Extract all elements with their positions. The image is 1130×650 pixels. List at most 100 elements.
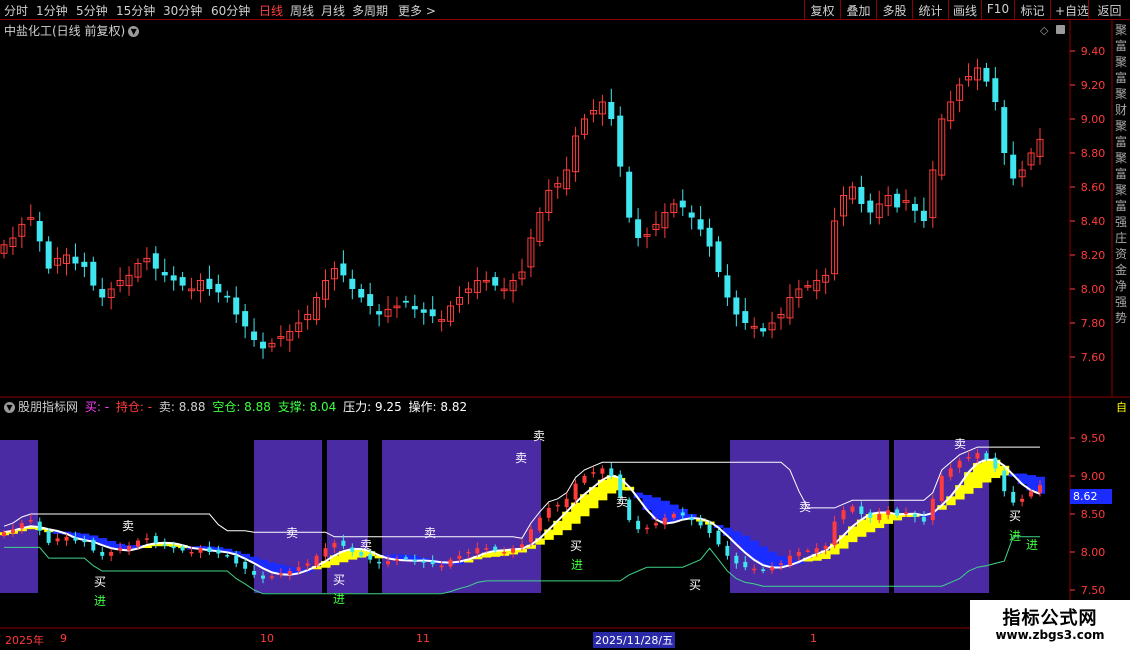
indicator-title[interactable]: ▼ 股朋指标网 买: - 持仓: - 卖: 8.88 空仓: 8.88 支撑: 8… <box>4 398 467 415</box>
indicator-support: 支撑: 8.04 <box>277 400 337 414</box>
ind-candle-body <box>1020 498 1025 502</box>
ind-candle-body <box>207 547 212 552</box>
ind-candle-body <box>475 548 480 554</box>
price-tick-label: 7.80 <box>1081 317 1106 330</box>
chevron-down-icon[interactable]: ▼ <box>4 402 15 413</box>
candle-body <box>715 241 722 272</box>
ind-candle-body <box>278 573 283 575</box>
ind-candle-body <box>555 504 560 507</box>
current-value-text: 8.62 <box>1073 490 1098 503</box>
ind-candle-body <box>234 555 239 564</box>
ind-candle-body <box>528 529 533 543</box>
ind-candle-body <box>368 554 373 560</box>
ind-candle-body <box>859 506 864 514</box>
ind-candle-body <box>144 538 149 540</box>
signal-label: 卖 <box>533 429 545 443</box>
ind-candle-body <box>135 540 140 547</box>
candle-body <box>72 256 79 264</box>
candle-body <box>90 261 97 286</box>
signal-label: 卖 <box>360 538 372 552</box>
indicator-empty: 空仓: 8.88 <box>212 400 271 414</box>
ind-candle-body <box>198 548 203 553</box>
trend-band <box>955 485 965 500</box>
diamond-icon[interactable]: ◇ <box>1040 24 1049 37</box>
ind-candle-body <box>64 536 69 541</box>
ind-candle-body <box>957 460 962 468</box>
indicator-tick-label: 8.50 <box>1081 508 1106 521</box>
ind-candle-body <box>618 474 623 498</box>
candle-body <box>45 241 52 269</box>
ind-candle-body <box>770 567 775 571</box>
date-oct: 10 <box>260 632 274 645</box>
candle-body <box>215 283 222 293</box>
date-year: 2025年 <box>5 634 44 647</box>
ind-candle-body <box>287 571 292 575</box>
ind-candle-body <box>19 523 24 529</box>
ind-candle-body <box>180 546 185 551</box>
ind-candle-body <box>421 561 426 563</box>
ind-candle-body <box>153 536 158 543</box>
candle-body <box>858 187 865 204</box>
candle-body <box>492 277 499 286</box>
trend-band <box>1017 473 1028 485</box>
ind-candle-body <box>779 563 783 565</box>
candle-body <box>260 341 266 349</box>
ind-candle-body <box>1038 485 1042 493</box>
ind-candle-body <box>341 540 346 546</box>
signal-label: 买 <box>570 539 582 553</box>
price-tick-label: 9.40 <box>1081 45 1106 58</box>
ind-candle-body <box>46 530 51 543</box>
indicator-tick-label: 9.00 <box>1081 470 1106 483</box>
ind-candle-body <box>832 521 837 546</box>
kline-chart[interactable]: 卖卖卖卖卖卖卖 卖卖买 买买买买进 进进进进 9.409.209.008.808.60… <box>0 0 1130 650</box>
ind-candle-body <box>743 561 748 568</box>
ind-candle-body <box>814 548 819 553</box>
ind-candle-body <box>993 457 998 469</box>
ind-candle-body <box>28 520 33 522</box>
ind-candle-body <box>582 476 587 483</box>
ind-candle-body <box>653 523 658 526</box>
candle-body <box>81 261 88 267</box>
settings-icon[interactable] <box>1056 25 1065 34</box>
candle-body <box>420 309 427 313</box>
watermark: 指标公式网 www.zbgs3.com <box>970 600 1130 650</box>
ind-candle-body <box>868 512 873 518</box>
signal-label: 进 <box>571 558 583 572</box>
ind-candle-body <box>796 552 801 556</box>
signal-label: 买 <box>1009 509 1021 523</box>
ind-candle-body <box>520 544 524 548</box>
candle-body <box>224 295 231 298</box>
candle-body <box>251 331 258 340</box>
candle-body <box>867 200 874 213</box>
indicator-pressure: 压力: 9.25 <box>343 400 402 414</box>
ind-candle-body <box>484 548 489 550</box>
ind-candle-body <box>269 576 274 578</box>
candle-body <box>742 311 749 323</box>
candle-body <box>920 210 927 221</box>
ind-candle-body <box>734 555 739 564</box>
trend-band <box>981 459 992 483</box>
candlesticks-main <box>0 58 1044 359</box>
ind-candle-body <box>91 539 96 551</box>
watermark-url: www.zbgs3.com <box>995 628 1105 642</box>
signal-label: 进 <box>1009 529 1021 543</box>
trend-band <box>544 529 554 540</box>
ind-candle-body <box>850 506 855 512</box>
candle-body <box>635 219 642 238</box>
indicator-tick-label: 9.50 <box>1081 432 1106 445</box>
price-tick-label: 9.00 <box>1081 113 1106 126</box>
candle-body <box>340 263 347 276</box>
signal-label: 进 <box>94 594 106 608</box>
ind-candle-body <box>55 538 60 542</box>
ind-candle-body <box>189 552 194 554</box>
ind-candle-body <box>600 468 605 474</box>
signal-label: 卖 <box>515 451 527 465</box>
ind-candle-body <box>886 510 891 515</box>
price-tick-label: 8.80 <box>1081 147 1106 160</box>
candle-body <box>894 193 901 208</box>
ind-candle-body <box>948 468 953 477</box>
ind-candle-body <box>350 547 355 552</box>
indicator-name: 股朋指标网 <box>18 400 79 414</box>
signal-label: 买 <box>94 575 106 589</box>
ind-candle-body <box>412 559 417 562</box>
